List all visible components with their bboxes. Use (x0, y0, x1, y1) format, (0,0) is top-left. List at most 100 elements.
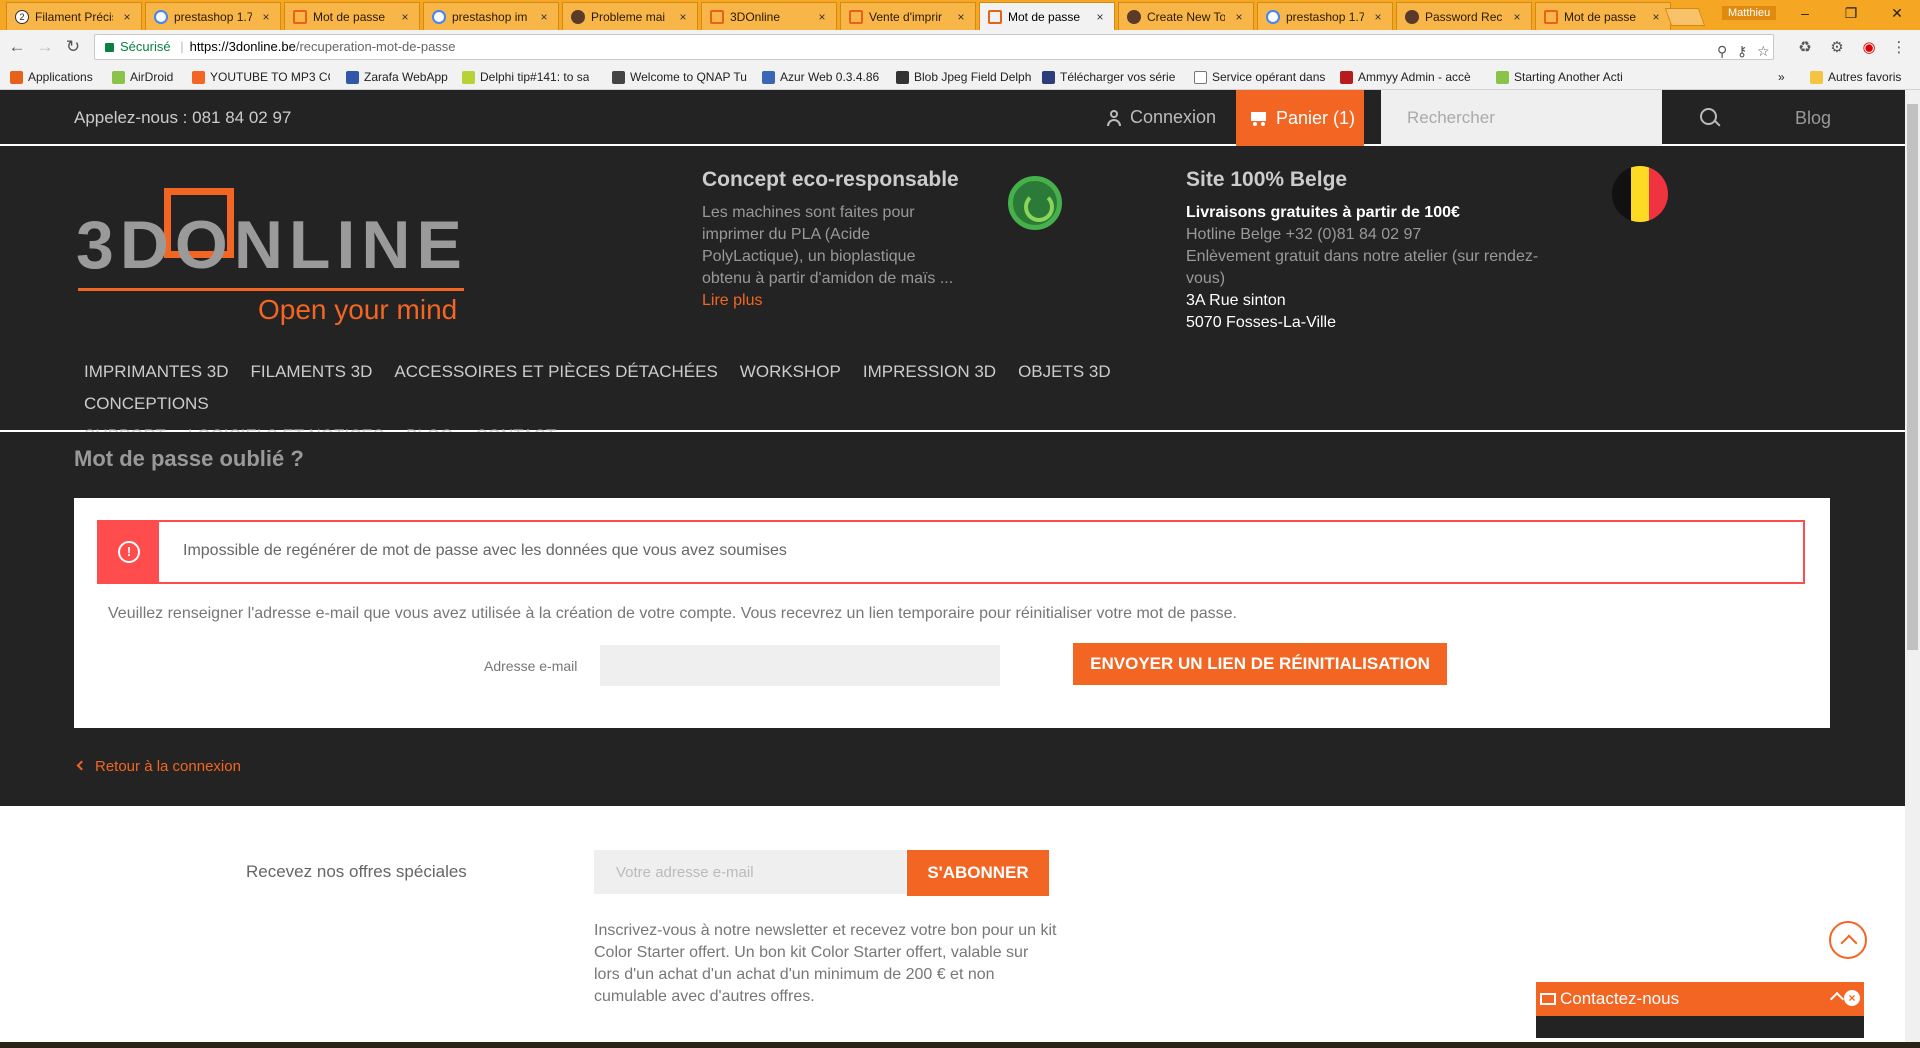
bookmark-favicon-icon (112, 70, 125, 84)
tab-close-icon[interactable]: × (397, 10, 413, 24)
browser-tab[interactable]: Mot de passe × (1535, 2, 1671, 30)
browser-tab[interactable]: Vente d'imprir × (840, 2, 976, 30)
menu-item[interactable]: Impression 3D (863, 356, 996, 388)
search-input[interactable] (1381, 90, 1662, 146)
bookmark-item[interactable]: Azur Web 0.3.4.86 (762, 68, 879, 86)
extension-gear-icon[interactable]: ⚙ (1828, 39, 1846, 57)
url-omnibox[interactable]: Sécurisé | https://3donline.be/recuperati… (94, 34, 1774, 60)
bookmark-favicon-icon (346, 70, 359, 84)
tab-close-icon[interactable]: × (675, 10, 691, 24)
menu-item[interactable]: Objets 3D (1018, 356, 1111, 388)
browser-tab[interactable]: Probleme mai × (562, 2, 698, 30)
browser-tab[interactable]: 3DOnline × (701, 2, 837, 30)
bookmark-item[interactable]: Ammyy Admin - accè (1340, 68, 1471, 86)
back-to-login-link[interactable]: Retour à la connexion (76, 758, 241, 775)
login-link[interactable]: Connexion (1106, 107, 1216, 128)
os-taskbar (0, 1042, 1920, 1048)
tab-title: Mot de passe (313, 9, 386, 24)
email-label: Adresse e-mail (484, 658, 578, 674)
menu-item[interactable]: Filaments 3D (251, 356, 373, 388)
page-scrollbar[interactable] (1905, 90, 1920, 1042)
tab-close-icon[interactable]: × (1092, 10, 1108, 24)
browser-tab[interactable]: prestashop 1.7 × (1257, 2, 1393, 30)
bookmark-item[interactable]: Welcome to QNAP Tu (612, 68, 747, 86)
scrollbar-thumb[interactable] (1907, 104, 1918, 650)
new-tab-button[interactable] (1664, 8, 1706, 26)
chevron-left-icon (76, 760, 87, 771)
email-field[interactable] (600, 645, 1000, 686)
cart-button[interactable]: Panier (1) (1236, 90, 1364, 146)
tab-title: Probleme mai (591, 9, 666, 24)
browser-tab[interactable]: Mot de passe × (979, 2, 1115, 30)
tab-close-icon[interactable]: × (258, 10, 274, 24)
menu-item[interactable]: Imprimantes 3D (84, 356, 229, 388)
browser-profile[interactable]: Matthieu (1722, 6, 1777, 20)
close-window-icon[interactable]: ✕ (1874, 0, 1920, 28)
menu-item[interactable]: Workshop (740, 356, 841, 388)
extension-alert-icon[interactable]: ◉ (1860, 39, 1878, 57)
reload-icon[interactable]: ↻ (62, 36, 84, 58)
read-more-link[interactable]: Lire plus (702, 292, 762, 310)
bookmark-item[interactable]: AirDroid (112, 68, 173, 86)
zoom-icon[interactable]: ⚲ (1717, 39, 1727, 63)
minimize-icon[interactable]: – (1782, 0, 1828, 28)
bookmark-item[interactable]: Blob Jpeg Field Delph (896, 68, 1031, 86)
site-logo[interactable]: 3DONLINE Open your mind (76, 184, 466, 325)
tab-close-icon[interactable]: × (814, 10, 830, 24)
scroll-to-top-icon[interactable] (1829, 921, 1867, 959)
browser-tab[interactable]: prestashop im × (423, 2, 559, 30)
search-icon[interactable] (1698, 106, 1722, 130)
contact-bar[interactable]: Contactez-nous (1536, 982, 1864, 1016)
bookmark-item[interactable]: YOUTUBE TO MP3 CO (192, 68, 330, 86)
browser-tab[interactable]: Password Rec × (1396, 2, 1532, 30)
subscribe-button[interactable]: S'abonner (907, 850, 1049, 896)
tab-favicon-icon (1544, 9, 1558, 24)
contact-widget: Contactez-nous × (1536, 982, 1864, 1038)
bookmark-favicon-icon (1496, 70, 1509, 84)
star-icon[interactable]: ☆ (1757, 39, 1770, 63)
menu-item[interactable]: Conceptions (84, 388, 209, 420)
back-arrow-icon[interactable]: ← (6, 36, 28, 58)
lock-icon (105, 43, 114, 52)
tab-favicon-icon (1266, 9, 1280, 24)
maximize-icon[interactable]: ❐ (1828, 0, 1874, 28)
tab-favicon-icon (432, 9, 446, 24)
tab-favicon-icon (571, 9, 585, 24)
bookmark-chevron-icon[interactable]: » (1778, 68, 1785, 86)
bookmark-item[interactable]: Zarafa WebApp (346, 68, 448, 86)
page-title: Mot de passe oublié ? (74, 446, 304, 471)
extension-recycle-icon[interactable]: ♻ (1796, 39, 1814, 57)
close-icon[interactable]: × (1844, 990, 1860, 1006)
browser-tab[interactable]: prestashop 1.7 × (145, 2, 281, 30)
tab-close-icon[interactable]: × (536, 10, 552, 24)
menu-item[interactable]: Accessoires et pièces détachées (394, 356, 717, 388)
tab-close-icon[interactable]: × (1648, 10, 1664, 24)
tab-close-icon[interactable]: × (953, 10, 969, 24)
blog-link[interactable]: Blog (1795, 108, 1831, 129)
bookmark-item[interactable]: Applications (10, 68, 93, 86)
tab-close-icon[interactable]: × (1509, 10, 1525, 24)
tab-favicon-icon: 2 (15, 9, 29, 24)
send-reset-link-button[interactable]: Envoyer un lien de réinitialisation (1073, 643, 1447, 685)
tab-favicon-icon (988, 9, 1002, 24)
browser-tab[interactable]: Create New To × (1118, 2, 1254, 30)
browser-tab-bar: 2 Filament Précis × prestashop 1.7 × Mot de p… (0, 0, 1920, 30)
other-bookmarks[interactable]: Autres favoris (1810, 68, 1901, 86)
browser-menu-icon[interactable]: ⋮ (1890, 39, 1908, 57)
bookmark-item[interactable]: Télécharger vos série (1042, 68, 1175, 86)
newsletter-description: Inscrivez-vous à notre newsletter et rec… (594, 922, 1057, 1005)
folder-icon (1810, 70, 1823, 84)
tab-title: prestashop 1.7 (1286, 9, 1364, 24)
bookmark-item[interactable]: Starting Another Acti (1496, 68, 1623, 86)
newsletter-email-input[interactable] (594, 850, 906, 894)
browser-tab[interactable]: Mot de passe × (284, 2, 420, 30)
key-icon[interactable]: ⚷ (1737, 39, 1747, 63)
tab-close-icon[interactable]: × (1231, 10, 1247, 24)
bookmark-item[interactable]: Service opérant dans (1194, 68, 1325, 86)
forward-arrow-icon[interactable]: → (34, 36, 56, 58)
browser-tab[interactable]: 2 Filament Précis × (6, 2, 142, 30)
tab-close-icon[interactable]: × (1370, 10, 1386, 24)
bookmark-item[interactable]: Delphi tip#141: to sa (462, 68, 589, 86)
cart-icon (1248, 110, 1268, 126)
tab-close-icon[interactable]: × (119, 10, 135, 24)
